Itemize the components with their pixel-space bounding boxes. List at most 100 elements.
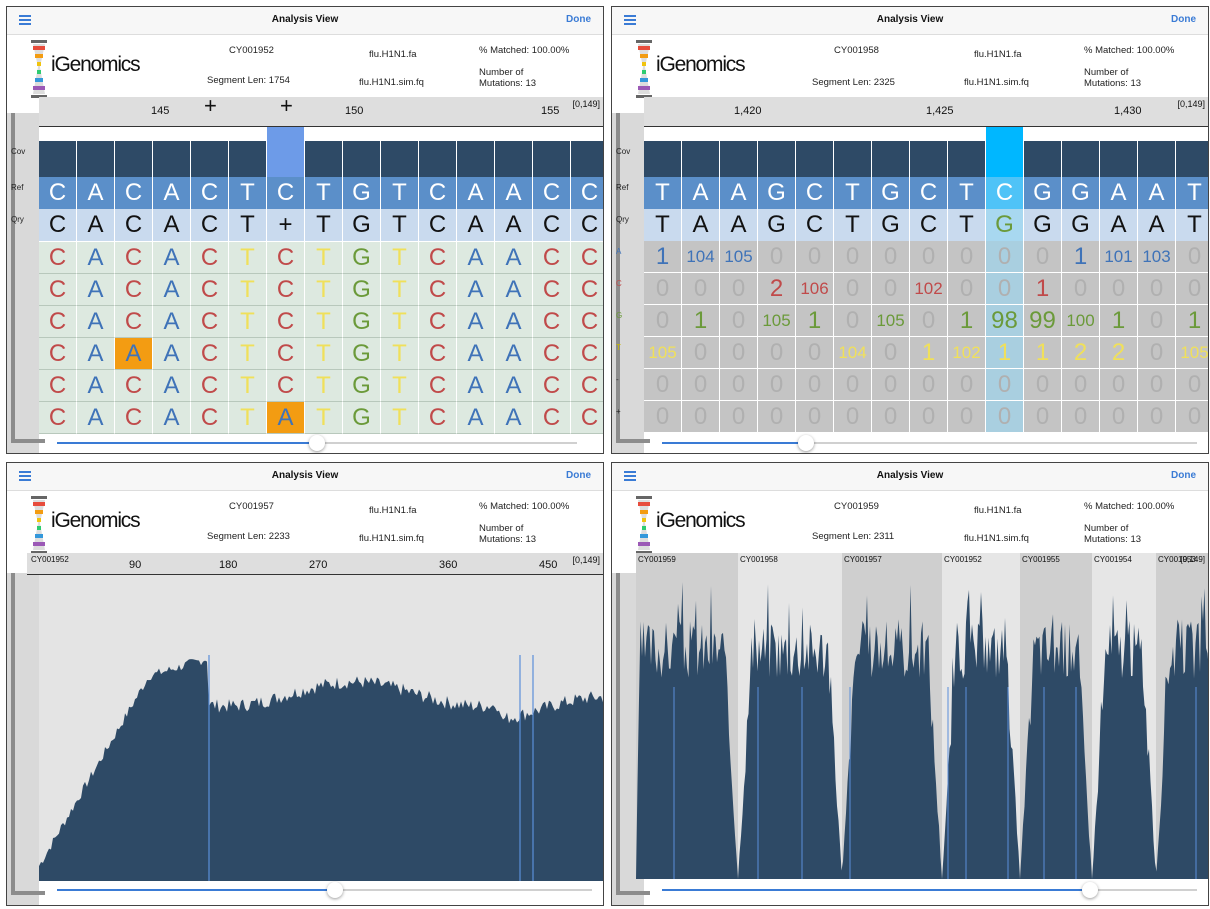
position-slider[interactable] — [57, 882, 592, 898]
read-base: C — [419, 402, 457, 434]
read-base: A — [457, 274, 495, 306]
coverage-histogram[interactable] — [636, 567, 1209, 879]
alignment-viewer[interactable]: 1,420 1,425 1,430 [0,149] Cov Ref Qry A … — [612, 97, 1208, 453]
reference-file: flu.H1N1.fa — [369, 505, 417, 516]
coverage-viewer[interactable]: CY001959 CY001958 CY001957 CY001952 CY00… — [612, 553, 1208, 905]
mutations-count: Mutations: 13 — [1084, 534, 1142, 545]
mutations-label: Number of — [479, 523, 524, 534]
count-cell: 1 — [682, 305, 720, 337]
read-base: T — [305, 242, 343, 274]
count-cell: 1 — [1024, 337, 1062, 369]
done-button[interactable]: Done — [1171, 470, 1196, 481]
count-cell: 0 — [758, 401, 796, 433]
count-cell: 0 — [834, 273, 872, 305]
slider-knob[interactable] — [798, 435, 815, 451]
reference-base: A — [495, 177, 533, 209]
read-base: G — [343, 306, 381, 338]
segment-marker: CY001954 — [1094, 555, 1132, 564]
coverage-bar — [229, 141, 267, 177]
read-base: A — [153, 370, 191, 402]
read-base: C — [39, 402, 77, 434]
ruler-tick: 90 — [129, 559, 142, 571]
coverage-bar — [1176, 141, 1208, 177]
slider-knob[interactable] — [1082, 882, 1098, 898]
slider-knob[interactable] — [327, 882, 344, 898]
read-base: C — [533, 242, 571, 274]
nav-bar: Analysis View Done — [7, 7, 603, 35]
done-button[interactable]: Done — [566, 14, 591, 25]
position-ruler: 145 150 155 + + [0,149] — [39, 93, 603, 127]
done-button[interactable]: Done — [566, 470, 591, 481]
read-base: C — [533, 274, 571, 306]
coverage-bar — [834, 141, 872, 177]
count-cell: 0 — [796, 369, 834, 401]
position-ruler: CY001952 90 180 270 360 450 [0,149] — [27, 553, 603, 575]
count-cell: 0 — [1176, 369, 1208, 401]
position-slider[interactable] — [57, 435, 577, 451]
count-cell: 105 — [758, 305, 796, 337]
count-cell: 0 — [948, 401, 986, 433]
count-cell: 0 — [1024, 369, 1062, 401]
reference-base: T — [305, 177, 343, 209]
ruler-tick: 1,420 — [734, 105, 762, 117]
alignment-viewer[interactable]: 145 150 155 + + [0,149] Cov Ref Qry CACA… — [7, 93, 603, 453]
read-base: T — [381, 242, 419, 274]
read-base: T — [305, 402, 343, 434]
coverage-bar — [153, 141, 191, 177]
dna-logo-icon — [31, 496, 47, 554]
reference-base: C — [796, 177, 834, 209]
segment-length: Segment Len: 2233 — [207, 531, 290, 542]
ruler-range: [0,149] — [1180, 555, 1205, 564]
count-cell: 0 — [1024, 401, 1062, 433]
read-base: T — [229, 338, 267, 370]
read-base: C — [115, 306, 153, 338]
nav-bar: Analysis View Done — [7, 463, 603, 491]
nav-bar: Analysis View Done — [612, 463, 1208, 491]
read-base: A — [153, 274, 191, 306]
mutations-count: Mutations: 13 — [479, 534, 537, 545]
mutations-label: Number of — [1084, 67, 1129, 78]
coverage-bar — [1100, 141, 1138, 177]
reference-base: C — [191, 177, 229, 209]
read-base: A — [153, 242, 191, 274]
position-slider[interactable] — [662, 882, 1197, 898]
read-base: C — [191, 402, 229, 434]
segment-name: CY001952 — [229, 45, 274, 56]
coverage-viewer[interactable]: CY001952 90 180 270 360 450 [0,149] — [7, 553, 603, 905]
coverage-bar — [910, 141, 948, 177]
ruler-tick: 180 — [219, 559, 238, 571]
segment-marker: CY001957 — [844, 555, 882, 564]
read-base: T — [381, 306, 419, 338]
count-cell: 98 — [986, 305, 1024, 337]
ruler-range: [0,149] — [572, 99, 600, 109]
read-base: C — [39, 242, 77, 274]
count-cell: 1 — [1024, 273, 1062, 305]
done-button[interactable]: Done — [1171, 14, 1196, 25]
count-cell: 0 — [986, 241, 1024, 273]
analysis-panel-2: Analysis View Done iGenomics CY001958 Se… — [611, 6, 1209, 454]
coverage-bar — [872, 141, 910, 177]
coverage-histogram[interactable] — [39, 575, 604, 881]
ruler-tick: 1,425 — [926, 105, 954, 117]
segment-marker: CY001955 — [1022, 555, 1060, 564]
read-base: G — [343, 274, 381, 306]
position-slider[interactable] — [662, 435, 1197, 451]
coverage-bar — [115, 141, 153, 177]
coverage-bar — [758, 141, 796, 177]
count-cell: 1 — [1100, 305, 1138, 337]
query-base: C — [191, 209, 229, 241]
count-cell: 1 — [796, 305, 834, 337]
slider-knob[interactable] — [309, 435, 325, 451]
reference-base: C — [533, 177, 571, 209]
ruler-tick: 360 — [439, 559, 458, 571]
query-base: C — [796, 209, 834, 241]
read-base: A — [153, 402, 191, 434]
query-base: A — [1138, 209, 1176, 241]
count-cell: 0 — [1176, 273, 1208, 305]
count-cell: 0 — [644, 369, 682, 401]
read-base: A — [457, 306, 495, 338]
read-base: C — [267, 338, 305, 370]
reference-base: G — [343, 177, 381, 209]
coverage-bar — [1138, 141, 1176, 177]
reference-file: flu.H1N1.fa — [974, 49, 1022, 60]
